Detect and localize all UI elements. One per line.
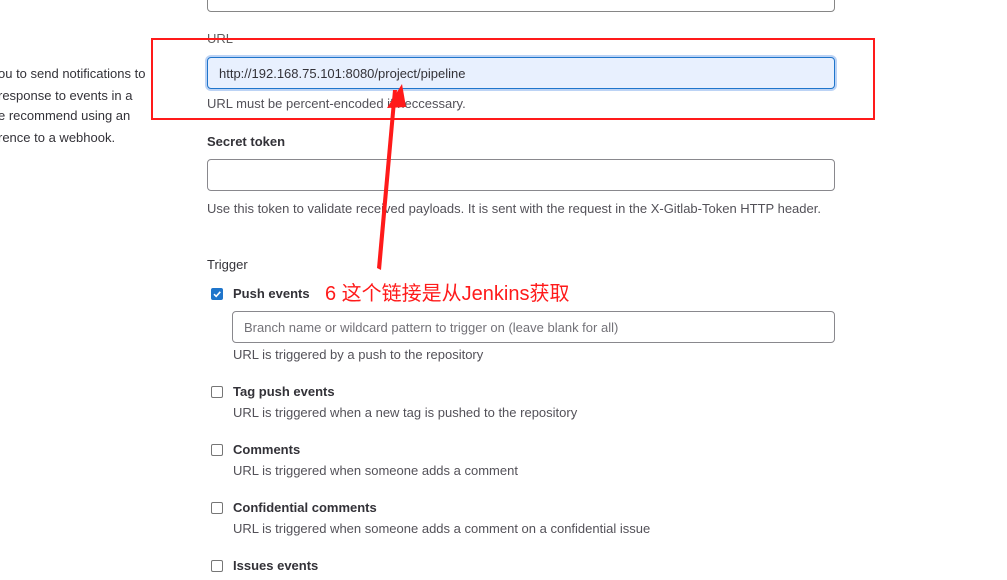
annotation-text: 6 这个链接是从Jenkins获取 xyxy=(325,283,570,305)
